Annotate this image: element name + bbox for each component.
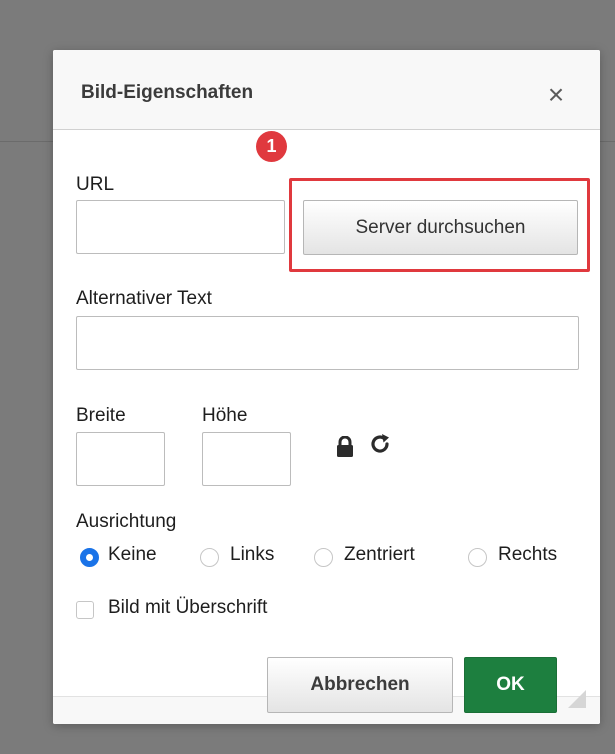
reset-size-icon[interactable] (370, 432, 392, 461)
radio-center[interactable] (314, 548, 333, 567)
ok-button[interactable]: OK (464, 657, 557, 713)
image-properties-dialog: Bild-Eigenschaften × (53, 50, 600, 724)
alignment-option-label: Keine (108, 544, 157, 565)
radio-left[interactable] (200, 548, 219, 567)
url-input[interactable] (76, 200, 285, 254)
caption-checkbox-label: Bild mit Überschrift (108, 597, 268, 618)
resize-handle-icon[interactable] (568, 690, 586, 708)
dialog-title: Bild-Eigenschaften (81, 82, 254, 103)
browse-server-button[interactable]: Server durchsuchen (303, 200, 578, 255)
alignment-option-label: Zentriert (344, 544, 415, 565)
alignment-label: Ausrichtung (76, 511, 177, 532)
radio-right[interactable] (468, 548, 487, 567)
caption-checkbox[interactable] (76, 601, 94, 619)
alignment-option-label: Rechts (498, 544, 558, 565)
dialog-header: Bild-Eigenschaften × (53, 50, 600, 130)
close-icon[interactable]: × (541, 80, 571, 110)
width-label: Breite (76, 405, 126, 426)
alt-text-input[interactable] (76, 316, 579, 370)
cancel-button[interactable]: Abbrechen (267, 657, 453, 713)
lock-icon[interactable] (335, 435, 355, 463)
width-input[interactable] (76, 432, 165, 486)
alt-text-label: Alternativer Text (76, 288, 212, 309)
height-input[interactable] (202, 432, 291, 486)
step-badge: 1 (256, 131, 287, 162)
height-label: Höhe (202, 405, 248, 426)
alignment-option-label: Links (230, 544, 275, 565)
url-label: URL (76, 174, 115, 195)
radio-none[interactable] (80, 548, 99, 567)
